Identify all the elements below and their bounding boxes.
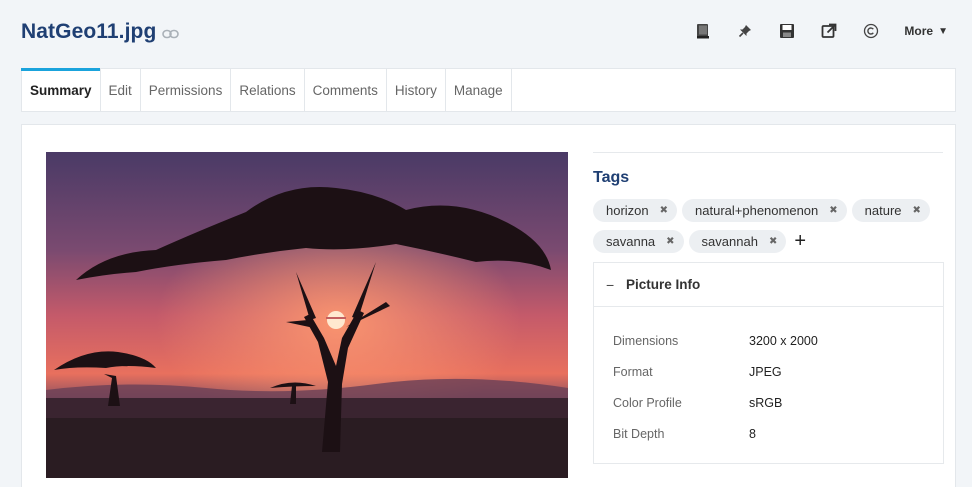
tab-label: History [394, 82, 437, 98]
tab-label: Relations [239, 82, 296, 98]
tag-label: nature [864, 203, 902, 218]
add-tag-icon[interactable]: + [794, 230, 806, 253]
tag-list: horizon ✖ natural+phenomenon ✖ nature ✖ … [593, 199, 943, 261]
tab-history[interactable]: History [387, 69, 446, 111]
tab-bar: Summary Edit Permissions Relations Comme… [21, 68, 956, 112]
tab-label: Edit [108, 82, 132, 98]
tag-label: savannah [701, 234, 758, 249]
tab-label: Summary [30, 82, 92, 98]
info-row: Bit Depth 8 [594, 418, 943, 449]
picture-info-body: Dimensions 3200 x 2000 Format JPEG Color… [594, 307, 943, 463]
info-value: sRGB [749, 395, 783, 410]
save-icon[interactable] [774, 18, 800, 44]
info-key: Format [613, 364, 653, 379]
title-area: NatGeo11.jpg [21, 20, 180, 44]
picture-info-title: Picture Info [626, 277, 701, 292]
book-icon[interactable] [690, 18, 716, 44]
tab-label: Comments [312, 82, 378, 98]
info-row: Dimensions 3200 x 2000 [594, 325, 943, 356]
picture-info-panel: − Picture Info Dimensions 3200 x 2000 Fo… [593, 262, 944, 464]
caret-down-icon: ▼ [938, 25, 948, 37]
more-menu-button[interactable]: More ▼ [904, 24, 948, 38]
details-column: Tags horizon ✖ natural+phenomenon ✖ natu… [593, 152, 944, 464]
divider [593, 152, 943, 153]
close-icon[interactable]: ✖ [829, 205, 837, 216]
tag-chip[interactable]: savannah ✖ [688, 230, 787, 253]
close-icon[interactable]: ✖ [769, 236, 777, 247]
info-row: Format JPEG [594, 356, 943, 387]
summary-panel: Tags horizon ✖ natural+phenomenon ✖ natu… [21, 124, 956, 487]
external-link-icon[interactable] [816, 18, 842, 44]
tab-relations[interactable]: Relations [231, 69, 305, 111]
image-preview[interactable] [46, 152, 568, 478]
tag-label: horizon [606, 203, 649, 218]
info-key: Dimensions [613, 333, 679, 348]
tab-label: Permissions [148, 82, 223, 98]
info-value: 3200 x 2000 [749, 333, 818, 348]
info-key: Color Profile [613, 395, 682, 410]
tag-chip[interactable]: horizon ✖ [593, 199, 678, 222]
link-icon[interactable] [162, 29, 180, 39]
tag-label: natural+phenomenon [695, 203, 819, 218]
info-value: JPEG [749, 364, 782, 379]
collapse-icon[interactable]: − [606, 277, 626, 293]
tag-chip[interactable]: natural+phenomenon ✖ [682, 199, 847, 222]
close-icon[interactable]: ✖ [913, 205, 921, 216]
close-icon[interactable]: ✖ [660, 205, 668, 216]
tab-comments[interactable]: Comments [305, 69, 387, 111]
tab-summary[interactable]: Summary [21, 68, 101, 111]
tags-heading: Tags [593, 169, 630, 186]
tab-permissions[interactable]: Permissions [141, 69, 232, 111]
copyright-icon[interactable] [858, 18, 884, 44]
tab-edit[interactable]: Edit [101, 69, 141, 111]
tag-chip[interactable]: savanna ✖ [593, 230, 684, 253]
page-title: NatGeo11.jpg [21, 20, 157, 43]
tab-manage[interactable]: Manage [446, 69, 512, 111]
info-key: Bit Depth [613, 426, 665, 441]
tab-label: Manage [453, 82, 503, 98]
info-value: 8 [749, 426, 756, 441]
picture-info-header[interactable]: − Picture Info [594, 263, 943, 307]
close-icon[interactable]: ✖ [666, 236, 674, 247]
pin-icon[interactable] [732, 18, 758, 44]
toolbar: More ▼ [690, 18, 948, 44]
info-row: Color Profile sRGB [594, 387, 943, 418]
page-header: NatGeo11.jpg More ▼ [0, 0, 972, 68]
tag-chip[interactable]: nature ✖ [851, 199, 930, 222]
tag-label: savanna [606, 234, 656, 249]
more-label: More [904, 24, 934, 38]
